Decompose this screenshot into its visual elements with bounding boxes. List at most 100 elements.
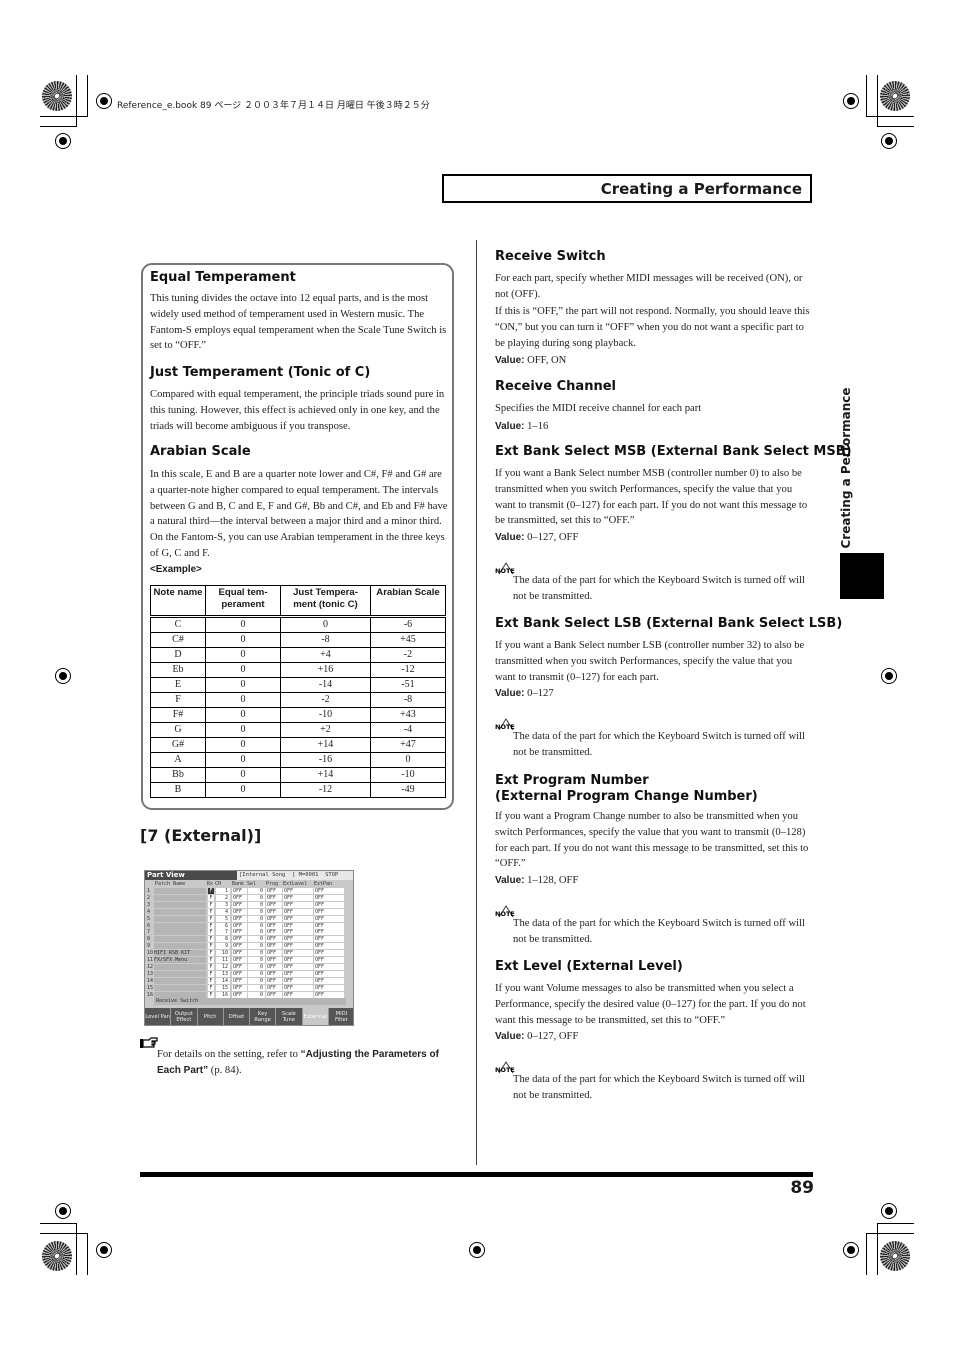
bank-cell: OFF xyxy=(232,915,247,922)
channel-cell: 10 xyxy=(216,950,230,957)
table-cell: -4 xyxy=(370,722,446,738)
lcd-status: [Internal Song ] M=0001 STOP xyxy=(237,871,353,880)
patch-name xyxy=(154,943,206,950)
table-cell: 0 xyxy=(205,752,281,768)
lcd-tab: Level Pan xyxy=(145,1008,172,1025)
sel-cell: 0 xyxy=(248,915,265,922)
bank-cell: OFF xyxy=(232,950,247,957)
parameter-description: If you want a Bank Select number LSB (co… xyxy=(495,640,805,683)
section-title-external: [7 (External)] xyxy=(140,826,262,845)
lcd-tab: Pitch xyxy=(197,1008,224,1025)
ext-pan-cell: OFF xyxy=(314,915,344,922)
table-row: F# 0 -10 +43 xyxy=(150,707,446,723)
table-cell: -14 xyxy=(280,677,371,693)
table-cell: +14 xyxy=(280,767,371,783)
parameter-value: Value: 0–127, OFF xyxy=(495,530,815,546)
note-text: The data of the part for which the Keybo… xyxy=(513,575,805,602)
ext-level-cell: OFF xyxy=(283,888,313,894)
rx-switch: F xyxy=(208,922,214,929)
bank-cell: OFF xyxy=(232,936,247,943)
reference-suffix: (p. 84). xyxy=(208,1064,242,1076)
ext-pan-cell: OFF xyxy=(314,963,344,970)
table-cell: 0 xyxy=(205,677,281,693)
parameter-description: If you want a Bank Select number MSB (co… xyxy=(495,468,808,527)
lcd-col-header: Bank xyxy=(232,881,245,887)
bank-cell: OFF xyxy=(232,922,247,929)
table-cell: -10 xyxy=(280,707,371,723)
table-cell: 0 xyxy=(370,752,446,768)
table-row: E 0 -14 -51 xyxy=(150,677,446,693)
scale-table: Note name Equal tem-perament Just Temper… xyxy=(150,585,446,798)
table-cell: Eb xyxy=(150,662,206,678)
ext-pan-cell: OFF xyxy=(314,970,344,977)
table-cell: B xyxy=(150,782,206,798)
sel-cell: 0 xyxy=(248,977,265,984)
rx-switch: F xyxy=(208,894,214,901)
lcd-tab: Key Range xyxy=(250,1008,277,1025)
sel-cell: 0 xyxy=(248,963,265,970)
table-cell: A xyxy=(150,752,206,768)
column-header: Just Tempera-ment (tonic C) xyxy=(280,585,371,618)
value-label: Value: xyxy=(495,875,525,886)
table-cell: 0 xyxy=(205,662,281,678)
reference-prefix: For details on the setting, refer to xyxy=(157,1049,301,1060)
note-icon: NOTE xyxy=(495,903,517,918)
crosshair-icon xyxy=(55,1203,71,1219)
patch-name xyxy=(154,970,206,977)
ext-pan-cell: OFF xyxy=(314,922,344,929)
rx-switch: F xyxy=(208,901,214,908)
bank-cell: OFF xyxy=(232,908,247,915)
table-cell: 0 xyxy=(205,722,281,738)
crosshair-icon xyxy=(881,133,897,149)
channel-cell: 11 xyxy=(216,957,230,963)
parameter-description: Specifies the MIDI receive channel for e… xyxy=(495,403,702,414)
channel-cell: 6 xyxy=(216,922,230,929)
rx-switch: F xyxy=(208,957,214,963)
parameter-value: Value: 1–128, OFF xyxy=(495,873,815,889)
registration-star-icon xyxy=(42,1241,72,1271)
ext-level-cell: OFF xyxy=(283,943,313,950)
prog-cell: OFF xyxy=(266,915,282,922)
value-range: 0–127, OFF xyxy=(527,532,579,543)
bank-cell: OFF xyxy=(232,943,247,950)
table-cell: +47 xyxy=(370,737,446,753)
table-cell: 0 xyxy=(205,692,281,708)
table-cell: +2 xyxy=(280,722,371,738)
sel-cell: 0 xyxy=(248,894,265,901)
sel-cell: 0 xyxy=(248,901,265,908)
prog-cell: OFF xyxy=(266,894,282,901)
crosshair-icon xyxy=(55,668,71,684)
lcd-col-header: ExtLevel xyxy=(283,881,308,887)
ext-level-cell: OFF xyxy=(283,908,313,915)
prog-cell: OFF xyxy=(266,908,282,915)
bank-cell: OFF xyxy=(232,957,247,963)
patch-name xyxy=(154,888,206,894)
ext-level-cell: OFF xyxy=(283,957,313,963)
rx-switch: F xyxy=(208,888,214,894)
ext-level-cell: OFF xyxy=(283,915,313,922)
channel-cell: 9 xyxy=(216,943,230,950)
ext-level-cell: OFF xyxy=(283,901,313,908)
ext-pan-cell: OFF xyxy=(314,950,344,957)
ext-pan-cell: OFF xyxy=(314,991,344,998)
equal-temperament-text: This tuning divides the octave into 12 e… xyxy=(150,293,447,352)
just-temperament-heading: Just Temperament (Tonic of C) xyxy=(150,365,371,380)
prog-cell: OFF xyxy=(266,936,282,943)
patch-name xyxy=(154,991,206,998)
note-text: The data of the part for which the Keybo… xyxy=(513,731,805,758)
value-range: OFF, ON xyxy=(527,355,567,366)
ext-level-cell: OFF xyxy=(283,963,313,970)
lcd-tab: Output Effect xyxy=(171,1008,198,1025)
channel-cell: 14 xyxy=(216,977,230,984)
rx-switch: F xyxy=(208,991,214,998)
value-label: Value: xyxy=(495,688,525,699)
crosshair-icon xyxy=(881,1203,897,1219)
parameter-description: If you want Volume messages to also be t… xyxy=(495,983,806,1026)
parameter-value: Value: 1–16 xyxy=(495,419,815,435)
table-row: A 0 -16 0 xyxy=(150,752,446,768)
patch-name xyxy=(154,963,206,970)
patch-name xyxy=(154,915,206,922)
patch-name xyxy=(154,929,206,936)
table-cell: F xyxy=(150,692,206,708)
table-cell: -6 xyxy=(370,616,446,633)
